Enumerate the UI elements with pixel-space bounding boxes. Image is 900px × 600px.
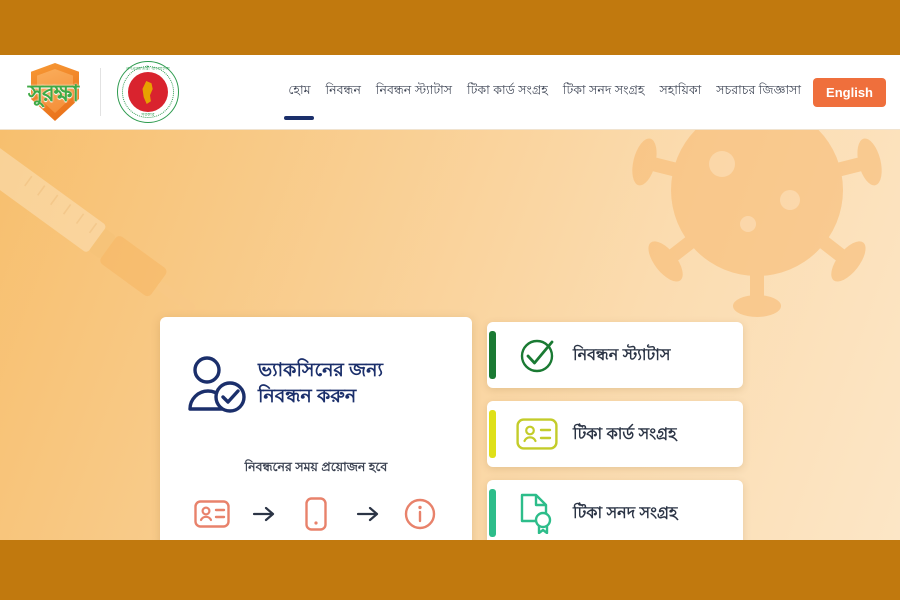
- letterbox-top: [0, 0, 900, 55]
- check-circle-icon: [515, 333, 559, 377]
- arrow-right-icon-2: [351, 495, 385, 533]
- registration-card-title: ভ্যাকসিনের জন্য নিবন্ধন করুন: [258, 358, 383, 409]
- arrow-right-icon: [247, 495, 281, 533]
- quick-action-list: নিবন্ধন স্ট্যাটাস টিকা কার্ড সংগ্রহ টিকা…: [487, 322, 743, 540]
- requirements-label: নিবন্ধনের সময় প্রয়োজন হবে: [244, 460, 388, 474]
- brand-logo[interactable]: সুরক্ষা গণপ্রজাতন্ত্রী বাংলাদেশ সরকার: [0, 61, 179, 123]
- nav-item-registration-status[interactable]: নিবন্ধন স্ট্যাটাস: [376, 76, 452, 110]
- nav-item-vaccine-certificate[interactable]: টিকা সনদ সংগ্রহ: [563, 76, 645, 110]
- nav-item-home[interactable]: হোম: [288, 76, 310, 110]
- id-card-icon: [181, 495, 243, 533]
- nav-item-guide[interactable]: সহায়িকা: [659, 76, 701, 110]
- screenshot-root: সুরক্ষা গণপ্রজাতন্ত্রী বাংলাদেশ সরকার হো…: [0, 0, 900, 600]
- logo-text: সুরক্ষা: [27, 79, 79, 106]
- seal-top-text: গণপ্রজাতন্ত্রী বাংলাদেশ: [126, 66, 170, 71]
- step-phone: ফোন: [285, 495, 347, 540]
- info-icon: [389, 495, 451, 533]
- action-vaccine-certificate-label: টিকা সনদ সংগ্রহ: [573, 504, 678, 522]
- action-registration-status-label: নিবন্ধন স্ট্যাটাস: [573, 346, 671, 364]
- phone-icon: [285, 495, 347, 533]
- nav-item-registration[interactable]: নিবন্ধন: [326, 76, 361, 110]
- user-check-icon: [188, 356, 246, 413]
- main-navigation: হোম নিবন্ধন নিবন্ধন স্ট্যাটাস টিকা কার্ড…: [288, 55, 886, 130]
- nav-item-vaccine-card[interactable]: টিকা কার্ড সংগ্রহ: [467, 76, 548, 110]
- logo-divider: [100, 68, 101, 116]
- step-nid: NID: [181, 495, 243, 540]
- nav-item-list: হোম নিবন্ধন নিবন্ধন স্ট্যাটাস টিকা কার্ড…: [288, 76, 813, 110]
- nav-item-faq[interactable]: সচরাচর জিজ্ঞাসা: [716, 76, 801, 110]
- hero-section: ভ্যাকসিনের জন্য নিবন্ধন করুন নিবন্ধনের স…: [0, 130, 900, 540]
- virus-decoration-icon: [632, 130, 882, 317]
- accent-bar-yellow: [489, 410, 496, 458]
- site-header: সুরক্ষা গণপ্রজাতন্ত্রী বাংলাদেশ সরকার হো…: [0, 55, 900, 130]
- registration-card: ভ্যাকসিনের জন্য নিবন্ধন করুন নিবন্ধনের স…: [160, 317, 472, 540]
- action-vaccine-card[interactable]: টিকা কার্ড সংগ্রহ: [487, 401, 743, 467]
- step-info: তথ্য: [389, 495, 451, 540]
- letterbox-bottom: [0, 540, 900, 600]
- government-seal-icon: গণপ্রজাতন্ত্রী বাংলাদেশ সরকার: [117, 61, 179, 123]
- action-vaccine-card-label: টিকা কার্ড সংগ্রহ: [573, 425, 677, 443]
- seal-bottom-text: সরকার: [141, 112, 155, 117]
- language-toggle-button[interactable]: English: [813, 78, 886, 107]
- certificate-icon: [515, 491, 559, 535]
- accent-bar-teal: [489, 489, 496, 537]
- id-card-icon: [515, 412, 559, 456]
- requirement-steps: NID: [160, 495, 472, 540]
- registration-card-header: ভ্যাকসিনের জন্য নিবন্ধন করুন: [160, 317, 472, 413]
- action-registration-status[interactable]: নিবন্ধন স্ট্যাটাস: [487, 322, 743, 388]
- registration-title-line2: নিবন্ধন করুন: [258, 386, 357, 407]
- action-vaccine-certificate[interactable]: টিকা সনদ সংগ্রহ: [487, 480, 743, 540]
- shield-icon: সুরক্ষা: [14, 61, 92, 123]
- accent-bar-green: [489, 331, 496, 379]
- registration-title-line1: ভ্যাকসিনের জন্য: [258, 360, 384, 382]
- website-frame: সুরক্ষা গণপ্রজাতন্ত্রী বাংলাদেশ সরকার হো…: [0, 55, 900, 540]
